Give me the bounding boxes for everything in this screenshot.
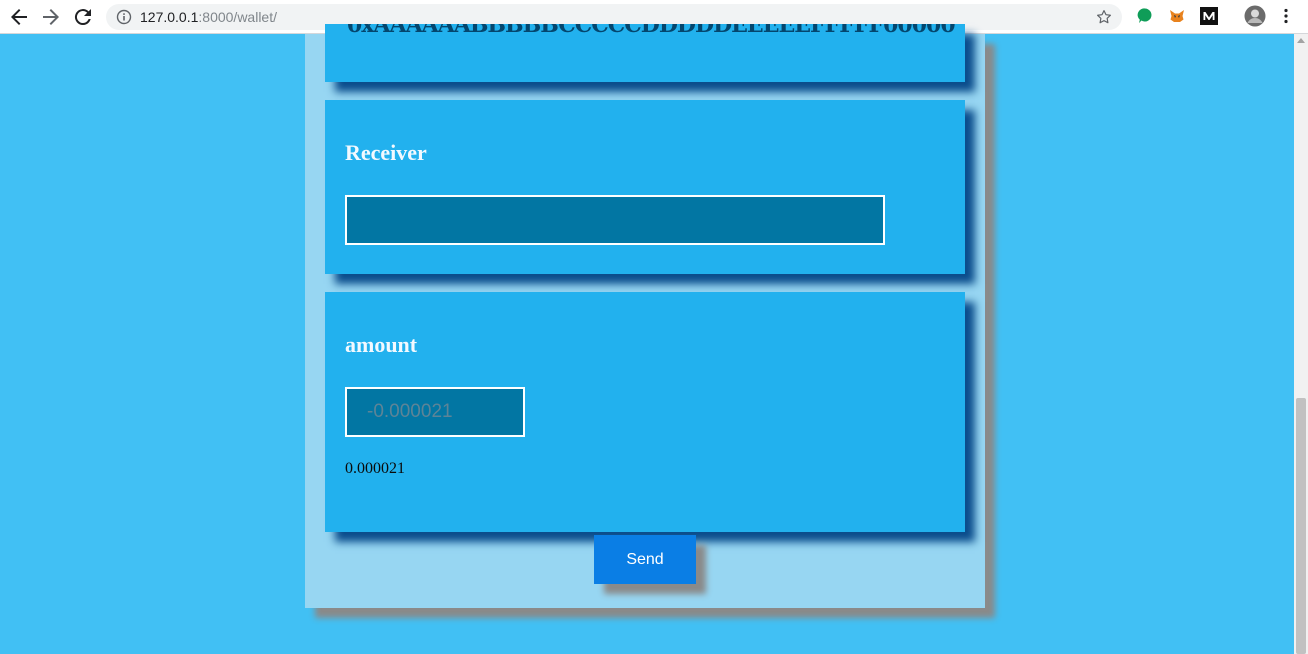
receiver-input[interactable] bbox=[345, 195, 885, 245]
extension-green-icon[interactable] bbox=[1136, 7, 1154, 25]
browser-menu-icon[interactable] bbox=[1278, 7, 1294, 25]
amount-input[interactable] bbox=[345, 387, 525, 437]
wallet-form-panel: 0xAAAAAABBBBBCCCCCDDDDDEEEEEFFFFF00000 R… bbox=[305, 24, 985, 608]
top-card-cut-text: 0xAAAAAABBBBBCCCCCDDDDDEEEEEFFFFF00000 bbox=[347, 24, 956, 38]
forward-arrow-icon[interactable] bbox=[39, 5, 63, 29]
back-arrow-icon[interactable] bbox=[7, 5, 31, 29]
receiver-label: Receiver bbox=[345, 140, 427, 165]
profile-avatar-icon[interactable] bbox=[1244, 5, 1266, 27]
metamask-fox-icon[interactable] bbox=[1168, 7, 1186, 25]
bookmark-star-icon[interactable] bbox=[1095, 8, 1113, 26]
url-path: :8000/wallet/ bbox=[198, 9, 277, 25]
reload-icon[interactable] bbox=[71, 5, 95, 29]
top-card-partial: 0xAAAAAABBBBBCCCCCDDDDDEEEEEFFFFF00000 bbox=[325, 24, 965, 82]
scrollbar-thumb[interactable] bbox=[1296, 398, 1306, 654]
info-icon[interactable] bbox=[116, 9, 132, 25]
url-host: 127.0.0.1 bbox=[140, 9, 199, 25]
amount-card: amount 0.000021 bbox=[325, 292, 965, 532]
receiver-card: Receiver bbox=[325, 100, 965, 274]
scroll-up-arrow-icon[interactable] bbox=[1297, 38, 1305, 43]
medium-logo-icon[interactable] bbox=[1200, 7, 1218, 25]
amount-label: amount bbox=[345, 332, 418, 357]
send-button[interactable]: Send bbox=[594, 535, 696, 584]
page-scrollbar[interactable] bbox=[1294, 34, 1308, 654]
amount-value-text: 0.000021 bbox=[345, 460, 405, 477]
url-text: 127.0.0.1:8000/wallet/ bbox=[140, 8, 277, 26]
